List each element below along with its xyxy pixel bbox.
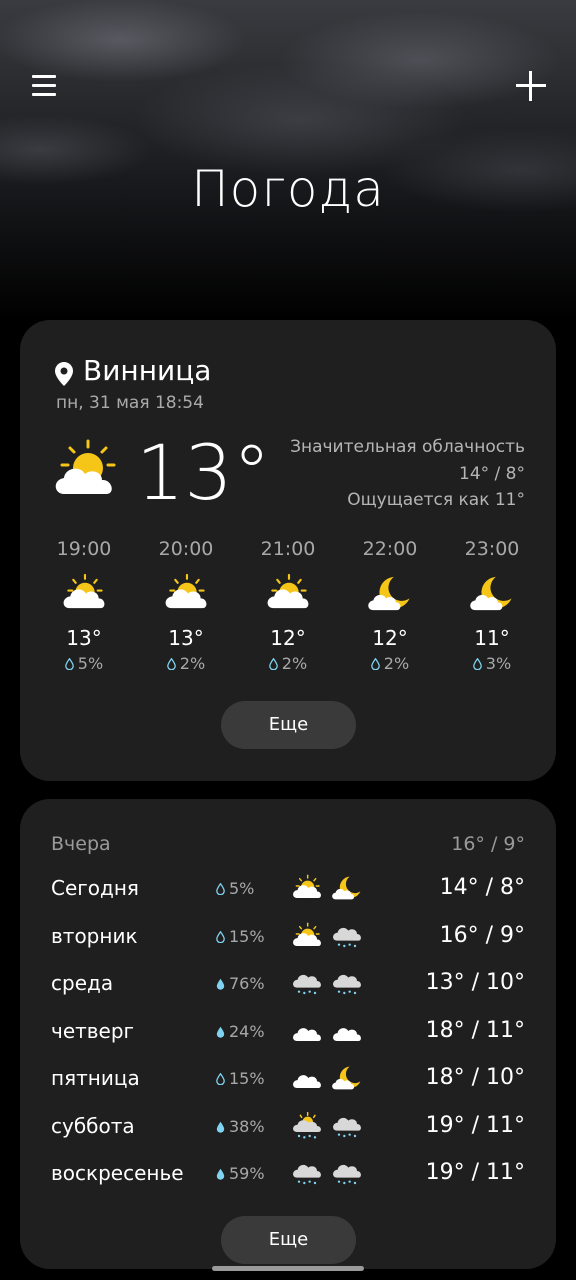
- home-indicator: [212, 1266, 364, 1271]
- hourly-item: 20:00 13° 2%: [144, 538, 228, 673]
- current-weather-card[interactable]: Винница пн, 31 мая 18:54 13° Значительна…: [20, 320, 556, 781]
- partly-cloudy-moon-icon: [331, 1064, 363, 1096]
- day-name: Сегодня: [51, 876, 139, 900]
- hour-precip: 3%: [450, 654, 534, 673]
- hourly-item: 23:00 11° 3%: [450, 538, 534, 673]
- hour-time: 21:00: [260, 538, 316, 560]
- yesterday-label: Вчера: [51, 833, 111, 855]
- partly-cloudy-sun-icon: [291, 874, 323, 906]
- daily-row[interactable]: воскресенье 59% 19° / 11°: [20, 1155, 556, 1195]
- hourly-more-button[interactable]: Еще: [221, 701, 356, 749]
- feels-like-text: Ощущается как 11°: [347, 490, 525, 510]
- sun-rain-cloud-icon: [291, 1111, 323, 1144]
- high-low-text: 14° / 8°: [459, 463, 525, 484]
- day-name: пятница: [51, 1066, 140, 1090]
- daily-row[interactable]: среда 76% 13° / 10°: [20, 965, 556, 1005]
- condition-text: Значительная облачность: [290, 437, 525, 457]
- hour-precip: 5%: [42, 654, 126, 673]
- hour-precip: 2%: [246, 654, 330, 673]
- day-name: воскресенье: [51, 1161, 184, 1185]
- rain-cloud-icon: [331, 1159, 363, 1191]
- hourly-item: 19:00 13° 5%: [42, 538, 126, 673]
- partly-cloudy-sun-icon: [246, 564, 330, 622]
- day-name: суббота: [51, 1113, 135, 1138]
- current-details: Значительная облачность 14° / 8° Ощущает…: [290, 434, 525, 514]
- day-precip: 76%: [216, 974, 265, 993]
- menu-button[interactable]: [30, 72, 58, 100]
- cloud-icon: [291, 1064, 323, 1096]
- hourly-item: 22:00 12° 2%: [348, 538, 432, 673]
- daily-more-button[interactable]: Еще: [221, 1216, 356, 1264]
- hour-time: 22:00: [362, 538, 418, 560]
- hour-precip: 2%: [144, 654, 228, 673]
- day-precip: 38%: [216, 1117, 265, 1136]
- hour-temp: 12°: [270, 626, 306, 650]
- day-high-low: 14° / 8°: [439, 875, 525, 900]
- rain-cloud-icon: [331, 922, 363, 954]
- hour-temp: 13°: [66, 626, 102, 650]
- rain-cloud-icon: [331, 969, 363, 1001]
- current-datetime: пн, 31 мая 18:54: [56, 393, 204, 413]
- hour-temp: 12°: [372, 626, 408, 650]
- day-high-low: 19° / 11°: [425, 1160, 525, 1185]
- hourly-item: 21:00 12° 2%: [246, 538, 330, 673]
- daily-row[interactable]: Сегодня 5% 14° / 8°: [20, 870, 556, 910]
- current-temperature: 13°: [136, 428, 271, 517]
- hour-temp: 13°: [168, 626, 204, 650]
- day-high-low: 16° / 9°: [439, 922, 525, 948]
- partly-cloudy-moon-icon: [450, 564, 534, 622]
- day-name: четверг: [51, 1018, 135, 1043]
- cloud-icon: [291, 1017, 323, 1049]
- day-name: среда: [51, 971, 114, 995]
- rain-cloud-icon: [291, 969, 323, 1001]
- yesterday-high-low: 16° / 9°: [451, 833, 525, 855]
- rain-cloud-icon: [291, 1159, 323, 1191]
- rain-cloud-icon: [331, 1112, 363, 1144]
- day-high-low: 19° / 11°: [425, 1112, 525, 1138]
- daily-row[interactable]: вторник 15% 16° / 9°: [20, 918, 556, 958]
- daily-row[interactable]: суббота 38% 19° / 11°: [20, 1108, 556, 1148]
- partly-cloudy-moon-icon: [331, 874, 363, 906]
- location-pin-icon: [55, 362, 73, 386]
- partly-cloudy-sun-icon: [42, 564, 126, 622]
- hour-time: 20:00: [158, 538, 214, 560]
- day-precip: 24%: [216, 1022, 265, 1041]
- partly-cloudy-sun-icon: [144, 564, 228, 622]
- city-name: Винница: [83, 354, 212, 387]
- cloud-icon: [331, 1017, 363, 1049]
- daily-row[interactable]: пятница 15% 18° / 10°: [20, 1060, 556, 1100]
- daily-row[interactable]: четверг 24% 18° / 11°: [20, 1013, 556, 1053]
- add-location-button[interactable]: [515, 70, 547, 102]
- daily-forecast-card[interactable]: Вчера 16° / 9° Сегодня 5% 14° / 8° вторник 1…: [20, 799, 556, 1269]
- partly-cloudy-sun-icon: [50, 438, 124, 506]
- partly-cloudy-sun-icon: [291, 922, 323, 954]
- partly-cloudy-moon-icon: [348, 564, 432, 622]
- hour-temp: 11°: [474, 626, 510, 650]
- day-precip: 59%: [216, 1164, 265, 1183]
- hour-time: 19:00: [56, 538, 112, 560]
- hour-precip: 2%: [348, 654, 432, 673]
- day-precip: 5%: [216, 879, 254, 898]
- day-precip: 15%: [216, 1069, 265, 1088]
- day-name: вторник: [51, 923, 138, 948]
- page-title: Погода: [191, 160, 385, 218]
- day-high-low: 18° / 10°: [425, 1065, 525, 1090]
- day-high-low: 18° / 11°: [425, 1017, 525, 1043]
- day-high-low: 13° / 10°: [425, 970, 525, 995]
- hour-time: 23:00: [464, 538, 520, 560]
- day-precip: 15%: [216, 927, 265, 946]
